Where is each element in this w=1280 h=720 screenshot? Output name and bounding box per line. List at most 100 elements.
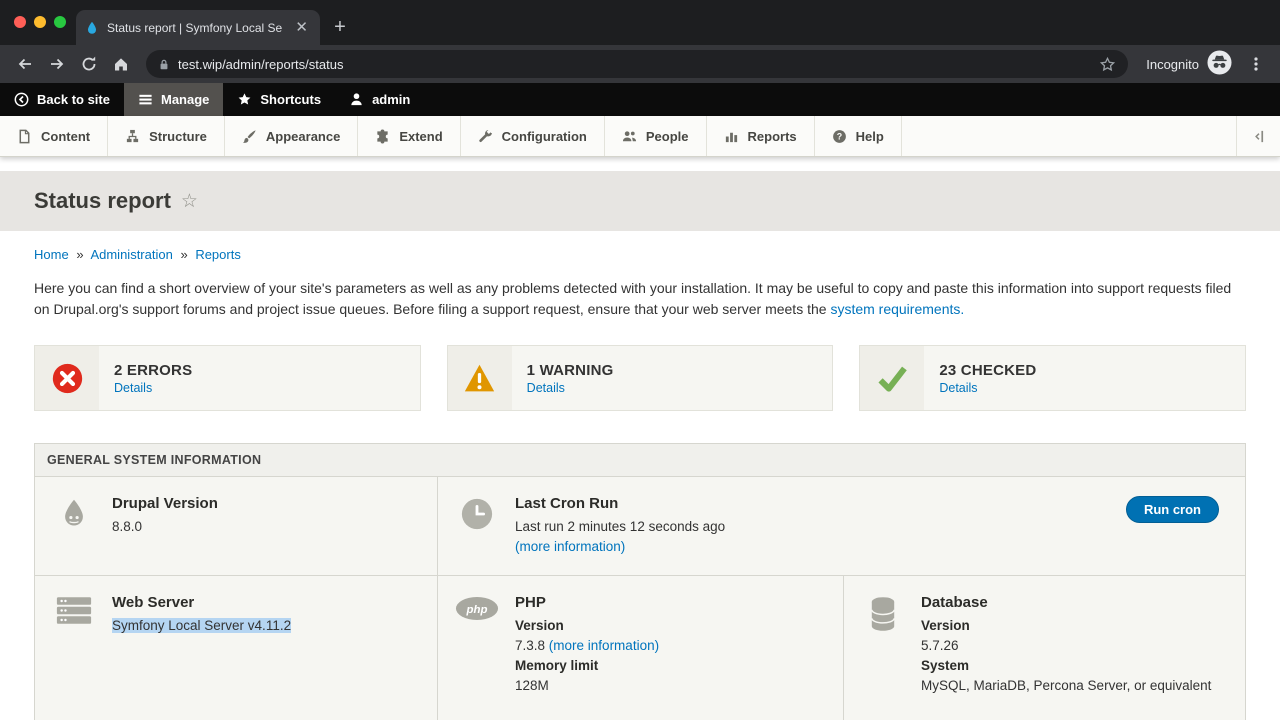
breadcrumb-administration[interactable]: Administration (90, 247, 172, 262)
user-menu-item[interactable]: admin (335, 83, 424, 116)
menu-item-appearance[interactable]: Appearance (225, 116, 358, 156)
database-system-value: MySQL, MariaDB, Percona Server, or equiv… (921, 676, 1211, 696)
server-icon (51, 593, 97, 703)
shortcuts-menu-item[interactable]: Shortcuts (223, 83, 335, 116)
user-label: admin (372, 92, 410, 107)
database-version-value: 5.7.26 (921, 636, 1211, 656)
help-icon: ? (832, 129, 847, 144)
menu-item-extend[interactable]: Extend (358, 116, 460, 156)
drupal-favicon (85, 21, 99, 35)
user-icon (349, 92, 364, 107)
new-tab-button[interactable]: + (326, 13, 354, 41)
menu-spacer (902, 116, 1236, 156)
lock-icon[interactable] (158, 58, 170, 71)
panel-row: Drupal Version 8.8.0 Last Cron Run Last … (35, 477, 1245, 576)
appearance-icon (242, 129, 257, 144)
web-server-cell: Web Server Symfony Local Server v4.11.2 (35, 576, 438, 720)
browser-menu-icon[interactable] (1242, 55, 1270, 73)
warnings-card: 1 WARNING Details (447, 345, 834, 411)
extend-icon (375, 129, 390, 144)
page-content: Home » Administration » Reports Here you… (0, 231, 1280, 720)
menu-item-label: Configuration (502, 129, 587, 144)
database-icon (860, 593, 906, 703)
browser-tabstrip: Status report | Symfony Local Se ✕ + (0, 0, 1280, 45)
home-icon[interactable] (106, 49, 136, 79)
breadcrumb-separator: » (76, 247, 83, 262)
database-cell: Database Version 5.7.26 System MySQL, Ma… (844, 576, 1245, 720)
errors-details-link[interactable]: Details (114, 381, 192, 395)
php-icon: php (454, 593, 500, 703)
menu-item-help[interactable]: ? Help (815, 116, 902, 156)
manage-menu-item[interactable]: Manage (124, 83, 223, 116)
menu-item-people[interactable]: People (605, 116, 707, 156)
menu-item-label: Structure (149, 129, 207, 144)
drupal-version-value: 8.8.0 (112, 517, 218, 537)
menu-item-structure[interactable]: Structure (108, 116, 225, 156)
general-system-information-panel: GENERAL SYSTEM INFORMATION Drupal Versio… (34, 443, 1246, 720)
database-title: Database (921, 593, 1211, 613)
cron-value: Last run 2 minutes 12 seconds ago (515, 517, 725, 537)
drupal-version-cell: Drupal Version 8.8.0 (35, 477, 438, 575)
favorite-star-icon[interactable]: ☆ (181, 192, 198, 211)
menu-item-label: Reports (748, 129, 797, 144)
checked-iconbox (860, 346, 924, 410)
cron-title: Last Cron Run (515, 494, 725, 514)
reports-icon (724, 129, 739, 144)
back-icon[interactable] (10, 49, 40, 79)
breadcrumb-reports[interactable]: Reports (195, 247, 241, 262)
window-close-button[interactable] (14, 16, 26, 28)
menu-item-label: Appearance (266, 129, 340, 144)
incognito-indicator: Incognito (1138, 50, 1240, 78)
structure-icon (125, 129, 140, 144)
breadcrumb-home[interactable]: Home (34, 247, 69, 262)
php-more-information-link[interactable]: (more information) (549, 638, 659, 653)
menu-item-label: People (646, 129, 689, 144)
php-version-label: Version (515, 616, 659, 636)
breadcrumb: Home » Administration » Reports (34, 247, 1246, 262)
address-bar[interactable]: test.wip/admin/reports/status (146, 50, 1128, 78)
php-memory-value: 128M (515, 676, 659, 696)
page-header: Status report ☆ (0, 171, 1280, 231)
incognito-label: Incognito (1146, 57, 1199, 72)
url-text: test.wip/admin/reports/status (178, 57, 1091, 72)
menu-item-label: Extend (399, 129, 442, 144)
system-requirements-link[interactable]: system requirements. (830, 301, 964, 317)
warnings-details-link[interactable]: Details (527, 381, 614, 395)
cron-more-information-link[interactable]: (more information) (515, 539, 625, 554)
menu-item-content[interactable]: Content (0, 116, 108, 156)
last-cron-run-cell: Last Cron Run Last run 2 minutes 12 seco… (438, 477, 1245, 575)
people-icon (622, 129, 637, 144)
window-zoom-button[interactable] (54, 16, 66, 28)
run-cron-button[interactable]: Run cron (1126, 496, 1219, 523)
intro-text: Here you can find a short overview of yo… (34, 280, 1231, 317)
star-icon (237, 92, 252, 107)
php-title: PHP (515, 593, 659, 613)
page-title: Status report (34, 188, 171, 214)
checked-details-link[interactable]: Details (939, 381, 1036, 395)
error-iconbox (35, 346, 99, 410)
svg-text:php: php (465, 604, 487, 616)
menu-item-reports[interactable]: Reports (707, 116, 815, 156)
panel-header: GENERAL SYSTEM INFORMATION (35, 444, 1245, 477)
drupal-menu-bar: Content Structure Appearance Extend Conf… (0, 116, 1280, 157)
php-version-value: 7.3.8 (515, 638, 545, 653)
svg-text:?: ? (836, 131, 841, 141)
toolbar-orientation-toggle[interactable] (1236, 116, 1280, 156)
reload-icon[interactable] (74, 49, 104, 79)
window-minimize-button[interactable] (34, 16, 46, 28)
drupal-admin-toolbar: Back to site Manage Shortcuts admin (0, 83, 1280, 116)
web-server-value: Symfony Local Server v4.11.2 (112, 618, 291, 633)
drupal-version-title: Drupal Version (112, 494, 218, 514)
intro-paragraph: Here you can find a short overview of yo… (34, 278, 1246, 320)
bookmark-star-icon[interactable] (1099, 56, 1116, 73)
menu-item-configuration[interactable]: Configuration (461, 116, 605, 156)
database-version-label: Version (921, 616, 1211, 636)
tab-title: Status report | Symfony Local Se (107, 21, 284, 35)
browser-toolbar: test.wip/admin/reports/status Incognito (0, 45, 1280, 83)
shortcuts-label: Shortcuts (260, 92, 321, 107)
back-to-site-link[interactable]: Back to site (0, 83, 124, 116)
browser-tab[interactable]: Status report | Symfony Local Se ✕ (76, 10, 320, 45)
forward-icon[interactable] (42, 49, 72, 79)
back-to-site-label: Back to site (37, 92, 110, 107)
tab-close-icon[interactable]: ✕ (292, 19, 311, 36)
